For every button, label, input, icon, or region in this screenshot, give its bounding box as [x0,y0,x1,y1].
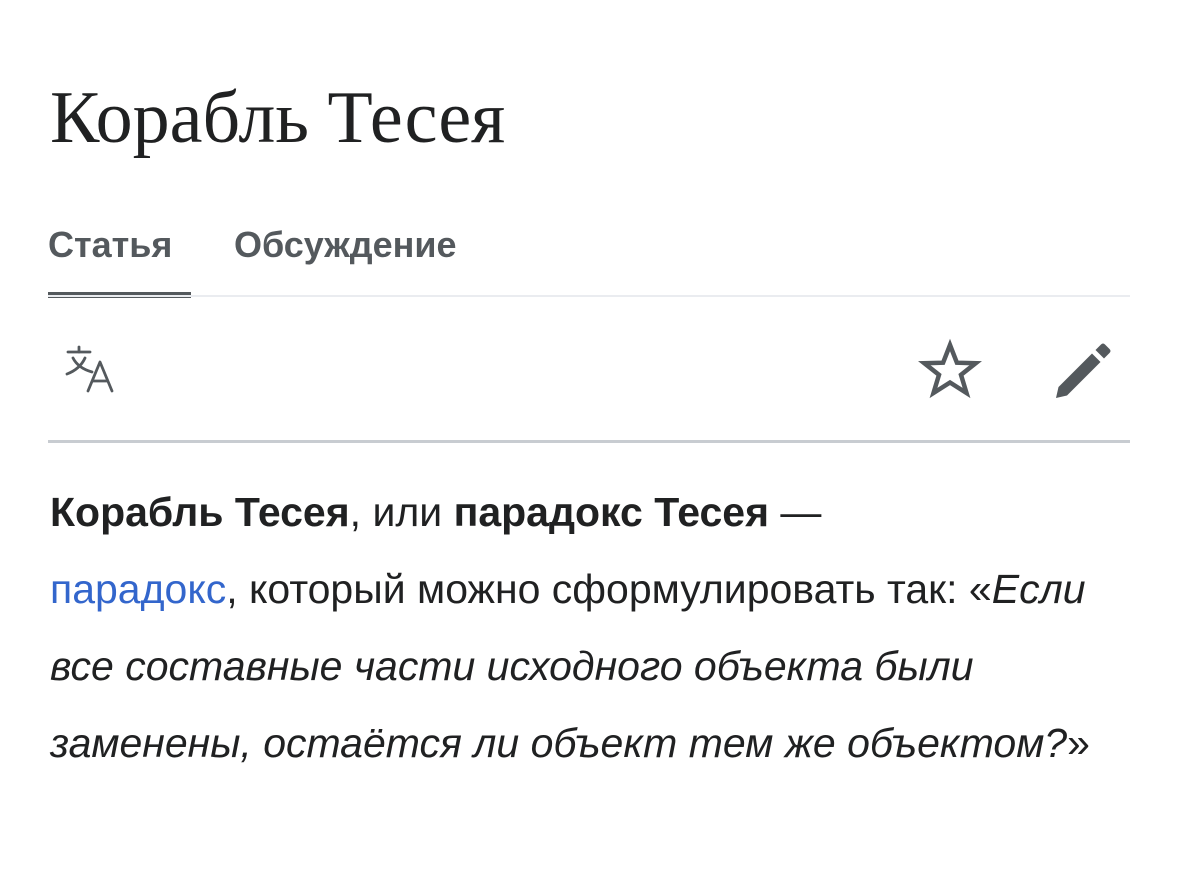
lead-text: , или [349,489,454,535]
tab-article-label: Статья [48,224,173,265]
paradox-link[interactable]: парадокс [50,566,226,612]
lead-term-ship: Корабль Тесея [50,489,350,535]
page-actions-toolbar [48,298,1130,440]
tabs-divider [48,295,1130,297]
lead-text: , который можно сформулировать так: [226,566,969,612]
watch-star-button[interactable] [916,338,984,406]
lead-dash: — [769,489,822,535]
edit-button[interactable] [1048,338,1116,406]
language-button[interactable] [54,338,122,406]
tab-talk[interactable]: Обсуждение [234,216,457,298]
tab-article[interactable]: Статья [48,216,191,298]
page-tabs: Статья Обсуждение [48,216,1130,298]
lead-paragraph: Корабль Тесея, или парадокс Тесея — парад… [50,474,1140,782]
pencil-icon [1056,343,1111,398]
quote-open-mark: « [968,566,992,612]
tab-talk-label: Обсуждение [234,224,457,265]
page-title: Корабль Тесея [50,77,506,159]
translate-icon [65,345,114,393]
toolbar-divider [48,440,1130,443]
lead-term-paradox: парадокс Тесея [453,489,770,535]
star-outline-icon [918,338,982,399]
quote-close-mark: » [1067,720,1090,766]
